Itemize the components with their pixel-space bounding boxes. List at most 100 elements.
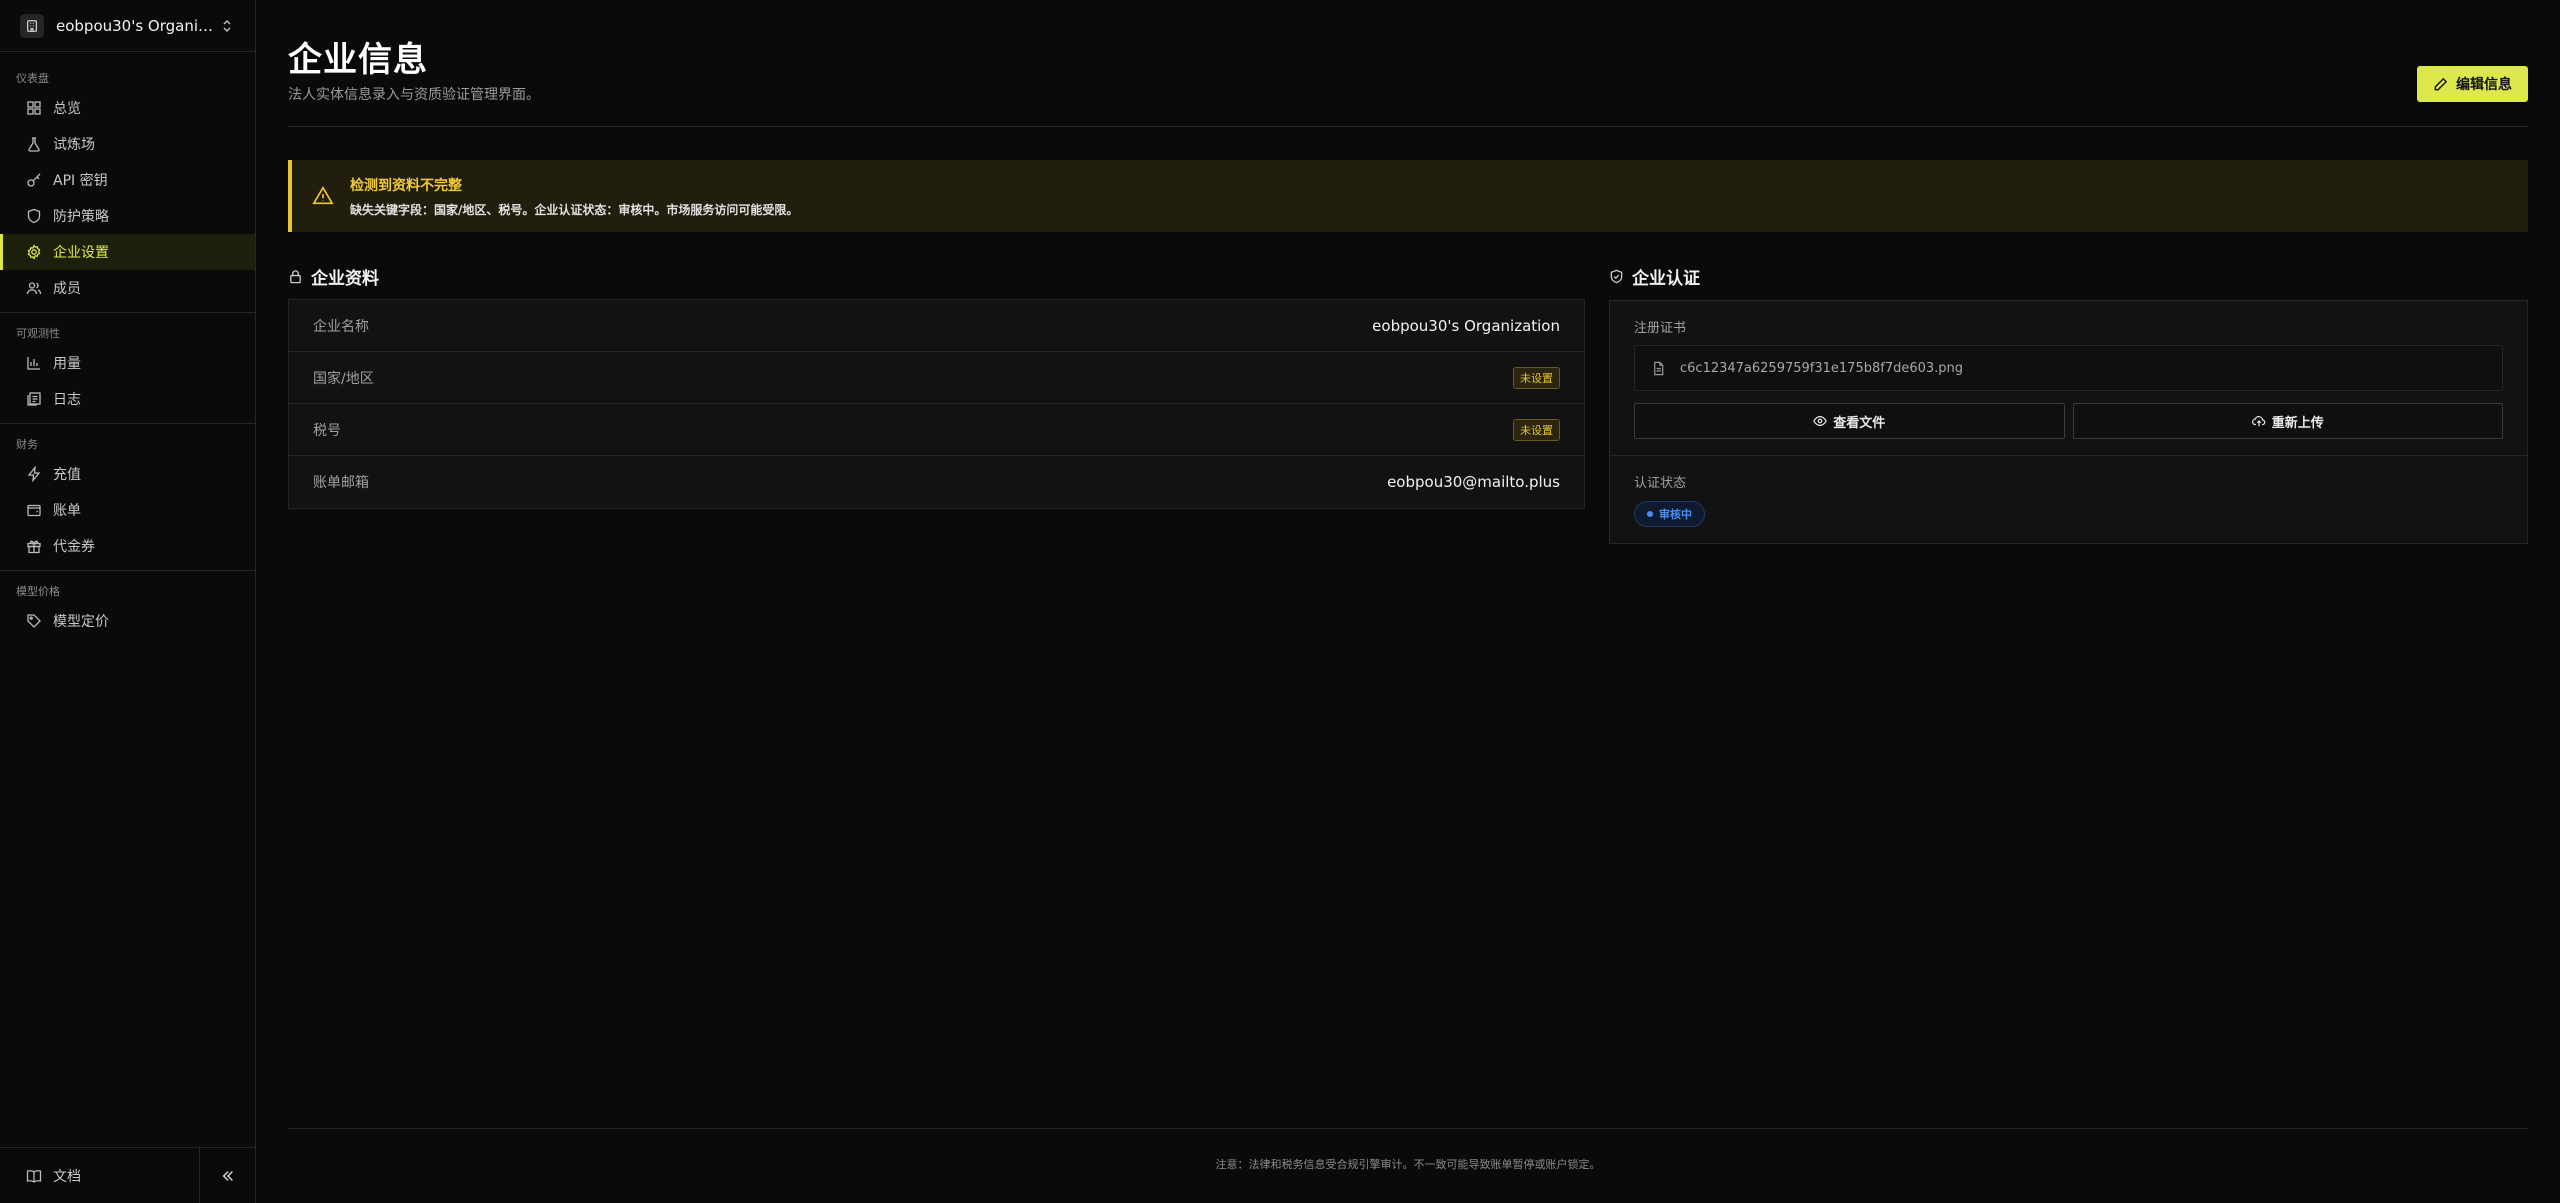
sidebar-item-playground[interactable]: 试炼场 xyxy=(0,126,255,162)
profile-card: 企业名称 eobpou30's Organization 国家/地区 未设置 税… xyxy=(288,299,1585,509)
row-label: 账单邮箱 xyxy=(313,475,369,491)
log-icon xyxy=(27,392,41,406)
unset-badge: 未设置 xyxy=(1513,366,1560,389)
eye-icon xyxy=(1813,416,1828,426)
wallet-icon xyxy=(27,504,41,517)
status-badge: 审核中 xyxy=(1634,501,1705,527)
sidebar-item-usage[interactable]: 用量 xyxy=(0,345,255,381)
row-label: 企业名称 xyxy=(313,318,369,335)
sidebar-item-model-pricing[interactable]: 模型定价 xyxy=(0,603,255,639)
cert-label: 注册证书 xyxy=(1634,321,1687,336)
shield-check-icon xyxy=(1610,269,1623,284)
sidebar-item-label: 用量 xyxy=(53,356,81,372)
org-switcher[interactable]: eobpou30's Organizati... xyxy=(0,0,255,52)
sidebar-item-label: 日志 xyxy=(53,392,81,408)
profile-row-country: 国家/地区 未设置 xyxy=(289,352,1584,404)
reupload-label: 重新上传 xyxy=(2271,415,2324,431)
sidebar-item-label: 企业设置 xyxy=(53,245,109,261)
shield-icon xyxy=(27,208,41,224)
sidebar-item-label: 账单 xyxy=(53,503,81,519)
sidebar-item-org-settings[interactable]: 企业设置 xyxy=(0,234,255,270)
footer: 注意：法律和税务信息受合规引擎审计。不一致可能导致账单暂停或账户锁定。 xyxy=(288,1128,2528,1172)
bar-chart-icon xyxy=(27,357,40,370)
divider xyxy=(1610,455,2527,456)
warning-icon xyxy=(312,186,334,205)
company-name-value: eobpou30's Organization xyxy=(1372,316,1560,335)
lock-icon xyxy=(290,270,301,284)
sidebar-item-label: 模型定价 xyxy=(53,614,109,630)
profile-row-company-name: 企业名称 eobpou30's Organization xyxy=(289,300,1584,352)
page-title: 企业信息 xyxy=(288,40,428,80)
row-label: 国家/地区 xyxy=(313,370,374,387)
profile-title: 企业资料 xyxy=(311,269,379,289)
sidebar-item-label: 代金券 xyxy=(53,539,95,555)
key-icon xyxy=(27,173,41,187)
view-file-button[interactable]: 查看文件 xyxy=(1634,403,2065,439)
nav-group-dashboard: 仪表盘 总览 试炼场 API 密钥 防护策略 企业设置 成员 xyxy=(0,58,255,313)
grid-icon xyxy=(27,101,41,115)
alert-title: 检测到资料不完整 xyxy=(350,177,462,194)
sidebar-item-logs[interactable]: 日志 xyxy=(0,381,255,417)
sidebar-item-label: 成员 xyxy=(53,281,81,297)
row-label: 税号 xyxy=(313,422,341,439)
gift-icon xyxy=(27,540,41,554)
collapse-sidebar-button[interactable] xyxy=(199,1148,255,1203)
cert-section-title: 企业认证 xyxy=(1609,264,1700,289)
file-name: c6c12347a6259759f31e175b8f7de603.png xyxy=(1680,360,1964,376)
certificate-file: c6c12347a6259759f31e175b8f7de603.png xyxy=(1634,345,2503,391)
file-icon xyxy=(1654,361,1664,375)
sidebar-item-overview[interactable]: 总览 xyxy=(0,90,255,126)
sidebar-item-billing[interactable]: 账单 xyxy=(0,492,255,528)
cert-title: 企业认证 xyxy=(1632,269,1700,289)
book-icon xyxy=(26,1169,42,1183)
sidebar-item-vouchers[interactable]: 代金券 xyxy=(0,528,255,564)
pencil-icon xyxy=(2434,77,2448,90)
lightning-icon xyxy=(27,466,41,482)
sidebar-item-label: 试炼场 xyxy=(53,137,95,153)
reupload-button[interactable]: 重新上传 xyxy=(2072,403,2503,439)
sidebar-item-members[interactable]: 成员 xyxy=(0,270,255,306)
sidebar-item-label: 总览 xyxy=(53,101,81,117)
main-content: 企业信息 法人实体信息录入与资质验证管理界面。 编辑信息 检测到资料不完整 缺失… xyxy=(256,0,2560,1203)
docs-link[interactable]: 文档 xyxy=(0,1148,199,1203)
edit-info-label: 编辑信息 xyxy=(2456,77,2512,93)
sidebar-nav: 仪表盘 总览 试炼场 API 密钥 防护策略 企业设置 成员 可观测性 用量 日… xyxy=(0,52,255,1147)
sidebar-item-label: API 密钥 xyxy=(53,173,108,189)
profile-row-billing-email: 账单邮箱 eobpou30@mailto.plus xyxy=(289,456,1584,508)
users-icon xyxy=(26,282,42,295)
nav-group-title: 仪表盘 xyxy=(16,72,49,85)
sidebar-bottom: 文档 xyxy=(0,1147,255,1203)
page-header: 企业信息 法人实体信息录入与资质验证管理界面。 编辑信息 xyxy=(288,0,2528,127)
incomplete-profile-alert: 检测到资料不完整 缺失关键字段：国家/地区、税号。企业认证状态：审核中。市场服务… xyxy=(288,160,2528,232)
profile-section-title: 企业资料 xyxy=(288,264,379,289)
unset-badge: 未设置 xyxy=(1513,418,1560,441)
nav-group-observability: 可观测性 用量 日志 xyxy=(0,313,255,424)
gear-icon xyxy=(27,244,41,260)
nav-group-title: 模型价格 xyxy=(16,585,60,598)
flask-icon xyxy=(28,137,40,152)
nav-group-title: 财务 xyxy=(16,438,38,451)
profile-row-tax-id: 税号 未设置 xyxy=(289,404,1584,456)
status-value: 审核中 xyxy=(1659,508,1692,521)
chevrons-left-icon xyxy=(222,1170,233,1181)
sidebar-item-guard-policy[interactable]: 防护策略 xyxy=(0,198,255,234)
status-label: 认证状态 xyxy=(1634,476,1687,491)
billing-email-value: eobpou30@mailto.plus xyxy=(1387,473,1560,491)
cert-card: 注册证书 c6c12347a6259759f31e175b8f7de603.pn… xyxy=(1609,300,2528,544)
docs-label: 文档 xyxy=(53,1168,81,1185)
nav-group-model-pricing: 模型价格 模型定价 xyxy=(0,571,255,645)
view-file-label: 查看文件 xyxy=(1833,415,1886,431)
status-dot xyxy=(1647,511,1653,517)
tag-icon xyxy=(27,614,41,628)
chevron-up-down-icon xyxy=(223,19,231,32)
sidebar-item-api-keys[interactable]: API 密钥 xyxy=(0,162,255,198)
nav-group-title: 可观测性 xyxy=(16,327,60,340)
alert-text: 缺失关键字段：国家/地区、税号。企业认证状态：审核中。市场服务访问可能受限。 xyxy=(350,202,799,217)
footer-note: 注意：法律和税务信息受合规引擎审计。不一致可能导致账单暂停或账户锁定。 xyxy=(1215,1158,1601,1171)
sidebar: eobpou30's Organizati... 仪表盘 总览 试炼场 API … xyxy=(0,0,256,1203)
org-name: eobpou30's Organizati... xyxy=(56,16,219,35)
sidebar-item-recharge[interactable]: 充值 xyxy=(0,456,255,492)
page-subtitle: 法人实体信息录入与资质验证管理界面。 xyxy=(288,87,540,103)
building-icon xyxy=(20,13,44,38)
edit-info-button[interactable]: 编辑信息 xyxy=(2417,66,2528,102)
